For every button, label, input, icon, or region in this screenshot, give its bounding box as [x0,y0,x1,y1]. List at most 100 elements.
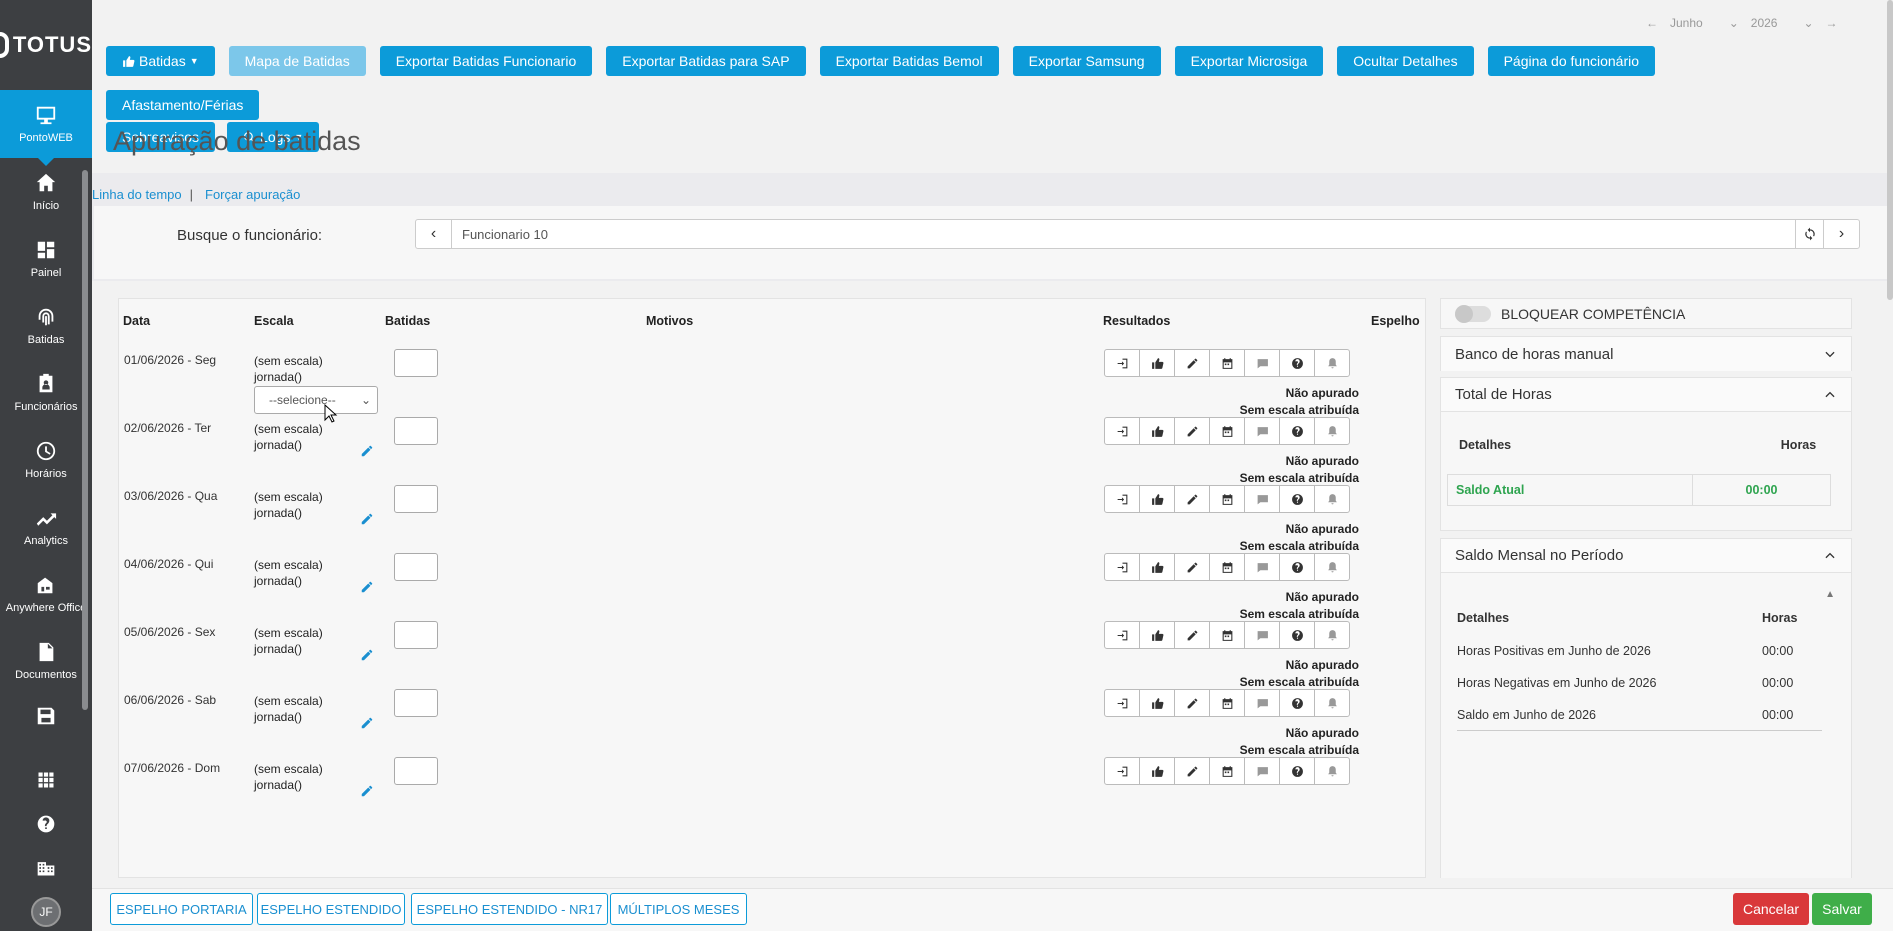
previous-employee-button[interactable]: ‹ [416,220,452,248]
action-calendar-button[interactable] [1209,757,1245,785]
exportar-batidas-bemol-button[interactable]: Exportar Batidas Bemol [819,46,999,76]
action-calendar-button[interactable] [1209,349,1245,377]
mapa-batidas-button[interactable]: Mapa de Batidas [228,46,366,76]
user-avatar-button[interactable]: JF [0,890,92,931]
action-calendar-button[interactable] [1209,553,1245,581]
action-comment-button[interactable] [1244,553,1280,581]
action-notify-button[interactable] [1314,417,1350,445]
exportar-batidas-sap-button[interactable]: Exportar Batidas para SAP [606,46,806,76]
action-approve-button[interactable] [1139,621,1175,649]
action-notify-button[interactable] [1314,757,1350,785]
action-approve-button[interactable] [1139,349,1175,377]
sidebar-item-documentos[interactable]: Documentos [0,627,92,694]
espelho-estendido-button[interactable]: ESPELHO ESTENDIDO [257,893,405,925]
sidebar-item-analytics[interactable]: Analytics [0,493,92,560]
batida-input[interactable] [394,621,438,649]
sidebar-item-batidas[interactable]: Batidas [0,292,92,359]
exportar-samsung-button[interactable]: Exportar Samsung [1012,46,1161,76]
action-help-button[interactable] [1279,689,1315,717]
action-edit-button[interactable] [1174,757,1210,785]
espelho-estendido-nr17-button[interactable]: ESPELHO ESTENDIDO - NR17 [411,893,608,925]
sidebar-item-anywhere-office[interactable]: Anywhere Office [0,560,92,627]
action-enter-button[interactable] [1104,417,1140,445]
action-comment-button[interactable] [1244,689,1280,717]
next-employee-button[interactable]: › [1823,220,1859,248]
sidebar-scrollbar[interactable] [82,170,88,710]
action-help-button[interactable] [1279,349,1315,377]
action-comment-button[interactable] [1244,349,1280,377]
action-notify-button[interactable] [1314,621,1350,649]
sidebar-item-painel[interactable]: Painel [0,225,92,292]
action-notify-button[interactable] [1314,485,1350,513]
action-help-button[interactable] [1279,757,1315,785]
exportar-batidas-funcionario-button[interactable]: Exportar Batidas Funcionario [379,46,593,76]
edit-escala-button[interactable] [360,784,374,798]
refresh-button[interactable] [1795,220,1823,248]
ocultar-detalhes-button[interactable]: Ocultar Detalhes [1337,46,1474,76]
page-scrollbar[interactable] [1887,0,1893,300]
action-edit-button[interactable] [1174,553,1210,581]
action-enter-button[interactable] [1104,689,1140,717]
action-approve-button[interactable] [1139,553,1175,581]
action-enter-button[interactable] [1104,621,1140,649]
apps-grid-button[interactable] [0,758,92,802]
edit-escala-button[interactable] [360,444,374,458]
action-approve-button[interactable] [1139,417,1175,445]
edit-escala-button[interactable] [360,716,374,730]
escala-select[interactable]: --selecione-- ⌄ [254,386,378,414]
company-button[interactable] [0,846,92,890]
arrow-right-icon[interactable]: → [1826,16,1838,30]
action-notify-button[interactable] [1314,553,1350,581]
linha-do-tempo-link[interactable]: Linha do tempo [92,187,182,202]
pagina-funcionario-button[interactable]: Página do funcionário [1487,46,1656,76]
help-button[interactable] [0,802,92,846]
action-comment-button[interactable] [1244,417,1280,445]
save-button[interactable]: Salvar [1812,893,1872,925]
action-notify-button[interactable] [1314,689,1350,717]
sidebar-item-horarios[interactable]: Horários [0,426,92,493]
action-edit-button[interactable] [1174,621,1210,649]
action-approve-button[interactable] [1139,485,1175,513]
action-help-button[interactable] [1279,485,1315,513]
forcar-apuracao-link[interactable]: Forçar apuração [205,187,300,202]
edit-escala-button[interactable] [360,512,374,526]
sidebar-item-funcionarios[interactable]: Funcionários [0,359,92,426]
action-calendar-button[interactable] [1209,621,1245,649]
edit-escala-button[interactable] [360,580,374,594]
action-help-button[interactable] [1279,553,1315,581]
exportar-microsiga-button[interactable]: Exportar Microsiga [1174,46,1324,76]
sidebar-item-inicio[interactable]: Início [0,158,92,225]
cancel-button[interactable]: Cancelar [1733,893,1809,925]
afastamento-ferias-button[interactable]: Afastamento/Férias [106,90,260,120]
espelho-portaria-button[interactable]: ESPELHO PORTARIA [110,893,253,925]
sidebar-item-pontoweb[interactable]: PontoWEB [0,90,92,166]
action-calendar-button[interactable] [1209,417,1245,445]
action-calendar-button[interactable] [1209,485,1245,513]
action-enter-button[interactable] [1104,553,1140,581]
action-calendar-button[interactable] [1209,689,1245,717]
employee-input[interactable]: Funcionario 10 [452,227,1795,242]
month-select[interactable]: Junho ⌄ [1670,16,1739,30]
action-notify-button[interactable] [1314,349,1350,377]
action-edit-button[interactable] [1174,417,1210,445]
action-help-button[interactable] [1279,417,1315,445]
multiplos-meses-button[interactable]: MÚLTIPLOS MESES [610,893,747,925]
batida-input[interactable] [394,689,438,717]
action-comment-button[interactable] [1244,757,1280,785]
action-approve-button[interactable] [1139,689,1175,717]
total-horas-header[interactable]: Total de Horas [1441,378,1851,412]
action-enter-button[interactable] [1104,349,1140,377]
action-approve-button[interactable] [1139,757,1175,785]
batida-input[interactable] [394,485,438,513]
edit-escala-button[interactable] [360,648,374,662]
batida-input[interactable] [394,553,438,581]
action-enter-button[interactable] [1104,485,1140,513]
action-edit-button[interactable] [1174,689,1210,717]
year-select[interactable]: 2026 ⌄ [1751,16,1814,30]
action-enter-button[interactable] [1104,757,1140,785]
sort-up-icon[interactable]: ▲ [1825,589,1835,600]
batida-input[interactable] [394,757,438,785]
bloquear-competencia-toggle[interactable] [1455,304,1491,323]
action-comment-button[interactable] [1244,485,1280,513]
banco-horas-header[interactable]: Banco de horas manual [1441,337,1851,371]
